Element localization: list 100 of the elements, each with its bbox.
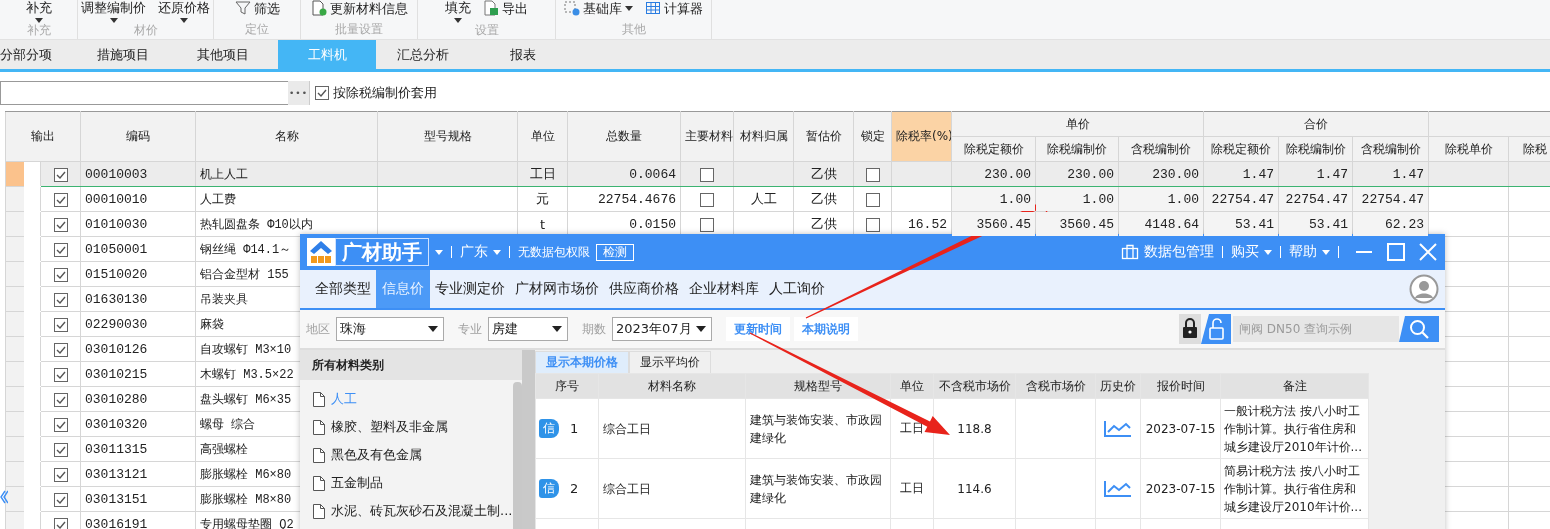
- checkbox[interactable]: [53, 192, 68, 207]
- search-button[interactable]: [1399, 316, 1439, 342]
- checkbox[interactable]: [53, 242, 68, 257]
- checkbox[interactable]: [53, 217, 68, 232]
- checkbox[interactable]: [315, 86, 329, 100]
- document-icon: [313, 475, 325, 491]
- table-cell: 03010126: [80, 336, 196, 362]
- logo-icon: [307, 238, 335, 266]
- search-icon: [1409, 319, 1429, 339]
- toolbar-button[interactable]: 基础库: [563, 0, 634, 16]
- caret-icon: [625, 5, 633, 11]
- column-header: 报价时间: [1140, 373, 1221, 399]
- document-icon: [313, 447, 325, 463]
- table-cell: 03010215: [80, 361, 196, 387]
- checkbox[interactable]: [53, 317, 68, 332]
- tab[interactable]: 人工询价: [764, 270, 830, 308]
- table-cell: 一般计税方法 按八小时工作制计算。执行省住房和城乡建设厅2010年计价...: [1220, 398, 1369, 459]
- row-number: 2: [570, 481, 579, 496]
- toolbar-button[interactable]: 调整编制价: [80, 0, 147, 23]
- tab[interactable]: 报表: [473, 40, 573, 69]
- checkbox-label: 按除税编制价套用: [333, 84, 437, 102]
- checkbox[interactable]: [53, 267, 68, 282]
- tab[interactable]: 显示平均价: [629, 351, 711, 373]
- toolbar-button[interactable]: 填充: [444, 0, 472, 23]
- checkbox[interactable]: [53, 467, 68, 482]
- toolbar-button[interactable]: 导出: [482, 0, 529, 16]
- dropdown-field[interactable]: 珠海: [336, 317, 444, 341]
- tab[interactable]: 专业测定价: [430, 270, 510, 308]
- tab[interactable]: 汇总分析: [373, 40, 473, 69]
- scrollbar[interactable]: [513, 382, 522, 529]
- more-button[interactable]: •••: [288, 81, 310, 105]
- table-cell: 2023-07-15: [1140, 398, 1221, 459]
- table-cell: 230.00: [1035, 161, 1119, 187]
- briefcase-icon: [1121, 244, 1139, 260]
- column-header: 输出: [5, 111, 81, 162]
- column-header: 材料归属: [733, 111, 794, 162]
- field-label: 专业: [458, 320, 482, 338]
- table-cell: 03013121: [80, 461, 196, 487]
- text-field[interactable]: [0, 81, 288, 105]
- dropdown-field[interactable]: 房建: [488, 317, 568, 341]
- search-field[interactable]: 闸阀 DN50 查询示例: [1233, 316, 1399, 342]
- table-cell: 建筑与装饰安装、市政园建绿化: [745, 458, 891, 519]
- column-header: 除税单价: [1428, 136, 1509, 162]
- padlock-icon[interactable]: [1179, 314, 1201, 344]
- panel-header: 所有材料类别: [300, 350, 522, 380]
- checkbox[interactable]: [53, 167, 68, 182]
- checkbox[interactable]: [53, 392, 68, 407]
- maximize-icon[interactable]: [1387, 243, 1405, 261]
- group-label: 其他: [620, 22, 647, 38]
- close-icon[interactable]: [1419, 243, 1437, 261]
- checkbox[interactable]: [53, 442, 68, 457]
- avatar-icon[interactable]: [1409, 274, 1439, 304]
- table-cell: 230.00: [951, 161, 1036, 187]
- column-header: 合价: [1203, 111, 1429, 137]
- checkbox[interactable]: [53, 367, 68, 382]
- tab[interactable]: 其他项目: [173, 40, 273, 69]
- library-icon: [564, 0, 580, 16]
- toolbar-button[interactable]: 计算器: [644, 0, 704, 16]
- caret-icon: [696, 326, 706, 332]
- checkbox[interactable]: [53, 517, 68, 529]
- line-chart-icon[interactable]: [1103, 479, 1133, 498]
- checkbox[interactable]: [700, 167, 714, 182]
- tab[interactable]: 措施项目: [73, 40, 173, 69]
- checkbox[interactable]: [865, 192, 880, 207]
- caret-icon: [552, 326, 562, 332]
- table-cell: 1.00: [951, 186, 1036, 212]
- toolbar-button[interactable]: 还原价格: [157, 0, 211, 23]
- app-name: 广材助手: [335, 238, 429, 266]
- checkbox[interactable]: [865, 167, 880, 182]
- source-badge: 信: [539, 479, 559, 498]
- tab[interactable]: 分部分项: [0, 40, 73, 69]
- toolbar-button[interactable]: 补充: [24, 0, 53, 23]
- checkbox[interactable]: [53, 292, 68, 307]
- checkbox[interactable]: [700, 192, 714, 207]
- table-cell: 综合工日: [598, 398, 746, 459]
- tab[interactable]: 供应商价格: [604, 270, 684, 308]
- toolbar-button[interactable]: 更新材料信息: [309, 0, 409, 16]
- table-cell: 03011315: [80, 436, 196, 462]
- checkbox[interactable]: [53, 417, 68, 432]
- group-label: 批量设置: [334, 22, 384, 38]
- checkbox[interactable]: [865, 217, 880, 232]
- table-cell: 3560.45: [1035, 211, 1119, 237]
- checkbox[interactable]: [53, 492, 68, 507]
- table-cell: 03010320: [80, 411, 196, 437]
- column-header: 名称: [195, 111, 378, 162]
- tab[interactable]: 广材网市场价: [510, 270, 604, 308]
- checkbox[interactable]: [700, 217, 714, 232]
- table-cell: 114.6: [933, 458, 1016, 519]
- toolbar-button[interactable]: 筛选: [233, 0, 281, 16]
- checkbox[interactable]: [53, 342, 68, 357]
- table-cell: 机上人工: [195, 161, 378, 187]
- double-chevron-icon[interactable]: [0, 490, 8, 504]
- caret-icon[interactable]: [435, 249, 443, 255]
- line-chart-icon[interactable]: [1103, 419, 1133, 438]
- dropdown-field[interactable]: 2023年07月: [612, 317, 712, 341]
- column-header: 材料名称: [598, 373, 746, 399]
- tab[interactable]: 企业材料库: [684, 270, 764, 308]
- caret-icon: [34, 18, 43, 23]
- field-label: 期数: [582, 320, 606, 338]
- column-header: 含税市场价: [1015, 373, 1096, 399]
